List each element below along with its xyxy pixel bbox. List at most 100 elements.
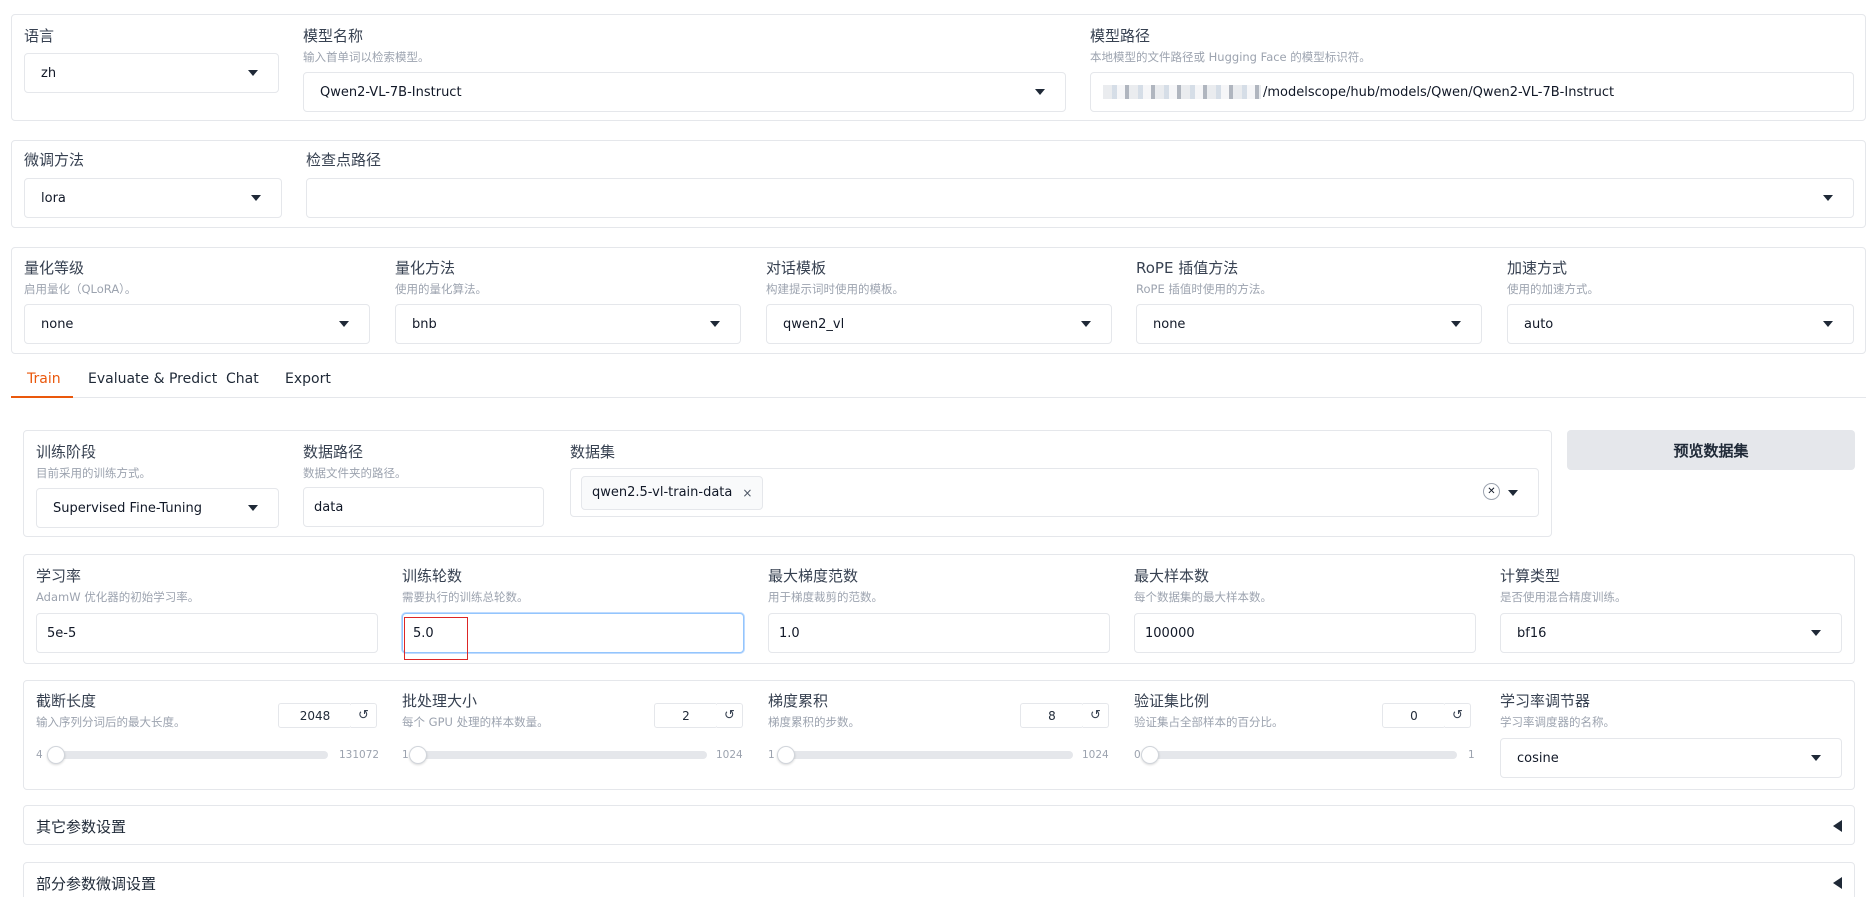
cutoff-len-slider[interactable] [47,746,328,764]
compute-type-dropdown[interactable]: bf16 [1500,613,1842,653]
model-path-info: 本地模型的文件路径或 Hugging Face 的模型标识符。 [1090,50,1371,64]
model-name-dropdown[interactable]: Qwen2-VL-7B-Instruct [303,72,1066,112]
val-size-slider[interactable] [1141,746,1457,764]
lr-scheduler-dropdown[interactable]: cosine [1500,738,1842,778]
annotation-highlight-box [404,617,468,660]
batch-size-max: 1024 [716,749,743,761]
learning-rate-input[interactable]: 5e-5 [36,613,378,653]
model-name-info: 输入首单词以检索模型。 [303,50,430,64]
lr-scheduler-value: cosine [1517,750,1559,766]
max-samples-info: 每个数据集的最大样本数。 [1134,590,1272,604]
cutoff-len-info: 输入序列分词后的最大长度。 [36,715,186,729]
chevron-down-icon [1823,321,1833,327]
val-size-min: 0 [1134,749,1141,761]
checkpoint-dropdown[interactable] [306,178,1854,218]
compute-type-info: 是否使用混合精度训练。 [1500,590,1627,604]
batch-size-label: 批处理大小 [402,692,478,710]
tab-evaluate-predict[interactable]: Evaluate & Predict [88,371,217,387]
dataset-dir-value: data [314,499,344,515]
batch-size-min: 1 [402,749,409,761]
reset-icon[interactable]: ↺ [351,703,377,728]
grad-accum-label: 梯度累积 [768,692,829,710]
template-label: 对话模板 [766,259,827,277]
model-name-value: Qwen2-VL-7B-Instruct [320,84,462,100]
dataset-dir-input[interactable]: data [303,487,544,527]
dataset-multiselect[interactable]: qwen2.5-vl-train-data × ✕ [570,468,1539,517]
quant-method-label: 量化方法 [395,259,456,277]
tab-train[interactable]: Train [27,371,61,387]
compute-type-value: bf16 [1517,625,1547,641]
checkpoint-label: 检查点路径 [306,151,382,169]
lang-dropdown[interactable]: zh [24,53,279,93]
quant-bit-dropdown[interactable]: none [24,304,370,344]
freeze-settings-accordion[interactable]: 部分参数微调设置 [23,862,1855,897]
dataset-label: 数据集 [570,443,616,461]
max-samples-label: 最大样本数 [1134,567,1210,585]
quant-bit-label: 量化等级 [24,259,85,277]
rope-info: RoPE 插值时使用的方法。 [1136,282,1272,296]
lr-scheduler-label: 学习率调节器 [1500,692,1591,710]
max-grad-norm-input[interactable]: 1.0 [768,613,1110,653]
finetune-method-label: 微调方法 [24,151,85,169]
grad-accum-number[interactable]: 8 [1020,703,1084,728]
cutoff-len-number[interactable]: 2048 [278,703,352,728]
chevron-down-icon [1451,321,1461,327]
quant-bit-value: none [41,316,74,332]
model-path-input[interactable]: /modelscope/hub/models/Qwen/Qwen2-VL-7B-… [1090,72,1854,112]
stage-label: 训练阶段 [36,443,97,461]
quant-method-value: bnb [412,316,437,332]
clear-icon[interactable]: ✕ [1483,483,1500,500]
chevron-down-icon[interactable] [1508,489,1518,496]
batch-size-number[interactable]: 2 [654,703,718,728]
booster-dropdown[interactable]: auto [1507,304,1854,344]
batch-size-slider[interactable] [409,746,707,764]
chevron-down-icon [339,321,349,327]
chip-close-icon[interactable]: × [742,486,752,500]
collapse-arrow-icon [1833,877,1842,889]
template-dropdown[interactable]: qwen2_vl [766,304,1112,344]
finetune-method-dropdown[interactable]: lora [24,178,282,218]
val-size-max: 1 [1468,749,1475,761]
chevron-down-icon [1811,630,1821,636]
max-samples-value: 100000 [1145,625,1195,641]
chevron-down-icon [1035,89,1045,95]
dataset-dir-info: 数据文件夹的路径。 [303,466,407,480]
reset-icon[interactable]: ↺ [1445,703,1471,728]
template-info: 构建提示词时使用的模板。 [766,282,904,296]
tab-export[interactable]: Export [285,371,331,387]
stage-dropdown[interactable]: Supervised Fine-Tuning [36,488,279,528]
grad-accum-max: 1024 [1082,749,1109,761]
reset-icon[interactable]: ↺ [717,703,743,728]
chevron-down-icon [1811,755,1821,761]
collapse-arrow-icon [1833,820,1842,832]
max-samples-input[interactable]: 100000 [1134,613,1476,653]
rope-value: none [1153,316,1186,332]
learning-rate-label: 学习率 [36,567,82,585]
rope-dropdown[interactable]: none [1136,304,1482,344]
max-grad-norm-value: 1.0 [779,625,800,641]
epochs-label: 训练轮数 [402,567,463,585]
quant-bit-info: 启用量化（QLoRA）。 [24,282,137,296]
tab-chat[interactable]: Chat [226,371,259,387]
tab-bar [11,397,1866,398]
chevron-down-icon [1823,195,1833,201]
quant-method-dropdown[interactable]: bnb [395,304,741,344]
quant-method-info: 使用的量化算法。 [395,282,487,296]
extra-settings-accordion[interactable]: 其它参数设置 [23,805,1855,845]
dataset-dir-label: 数据路径 [303,443,364,461]
val-size-number[interactable]: 0 [1382,703,1446,728]
grad-accum-slider[interactable] [776,746,1073,764]
batch-size-info: 每个 GPU 处理的样本数量。 [402,715,549,729]
grad-accum-min: 1 [768,749,775,761]
tab-train-underline [11,396,73,398]
preview-dataset-button[interactable]: 预览数据集 [1567,430,1855,470]
reset-icon[interactable]: ↺ [1083,703,1109,728]
compute-type-label: 计算类型 [1500,567,1561,585]
lang-label: 语言 [24,27,55,45]
dataset-chip[interactable]: qwen2.5-vl-train-data × [581,475,764,510]
max-grad-norm-label: 最大梯度范数 [768,567,859,585]
booster-info: 使用的加速方式。 [1507,282,1599,296]
booster-label: 加速方式 [1507,259,1568,277]
chevron-down-icon [251,195,261,201]
lang-value: zh [41,65,57,81]
